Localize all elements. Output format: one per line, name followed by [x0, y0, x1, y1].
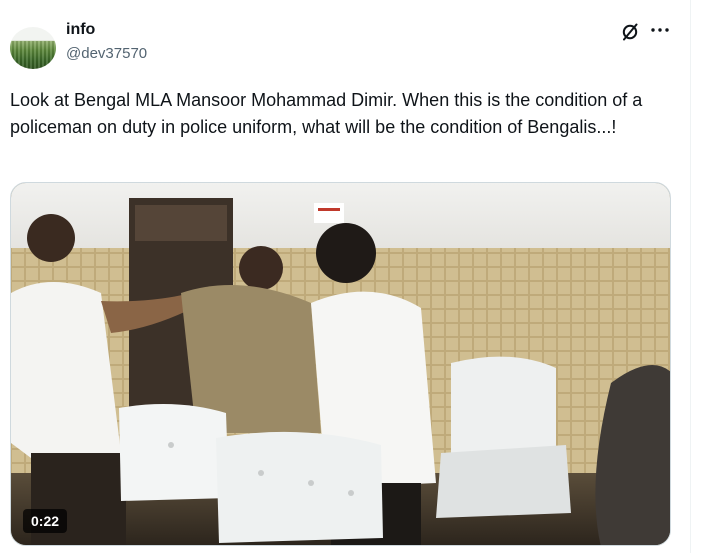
video-frame	[11, 183, 670, 545]
video-duration: 0:22	[23, 509, 68, 533]
post-text: Look at Bengal MLA Mansoor Mohammad Dimi…	[10, 90, 643, 137]
video-player[interactable]: 0:22	[10, 182, 671, 546]
timeline-divider	[690, 0, 691, 553]
grok-icon[interactable]	[620, 22, 640, 42]
author-handle[interactable]: @dev37570	[66, 45, 147, 62]
more-icon[interactable]	[649, 20, 671, 40]
author-name[interactable]: info	[66, 21, 95, 39]
avatar[interactable]	[10, 27, 56, 69]
